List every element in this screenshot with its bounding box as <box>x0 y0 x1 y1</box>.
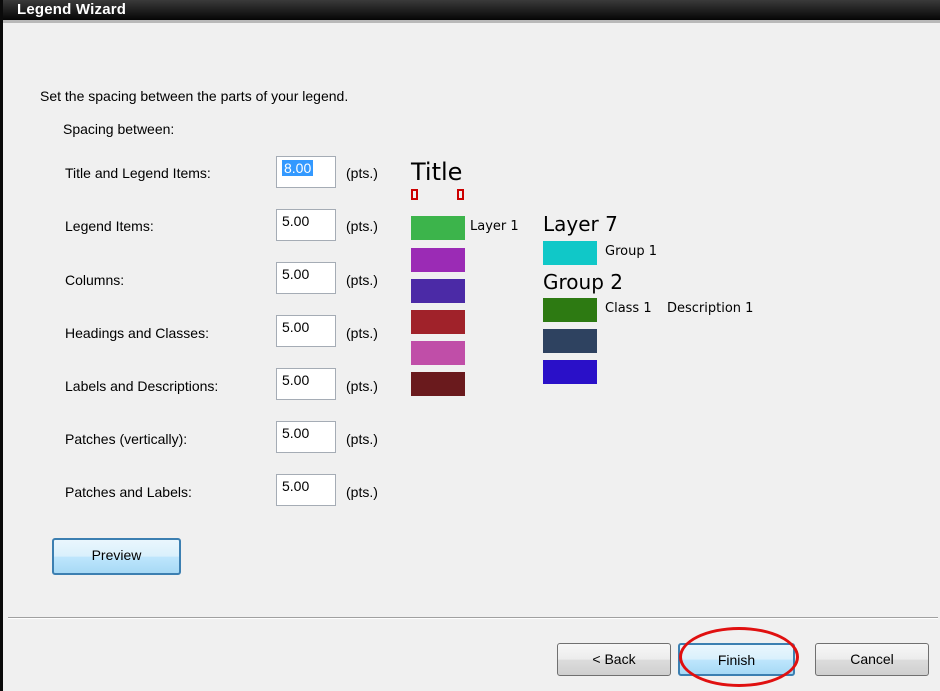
units-label: (pts.) <box>346 218 378 234</box>
units-label: (pts.) <box>346 325 378 341</box>
group2-label: Group 2 <box>543 270 623 294</box>
preview-title: Title <box>411 158 463 186</box>
group1-patch <box>543 241 597 265</box>
legend-patch <box>411 341 465 365</box>
units-label: (pts.) <box>346 431 378 447</box>
legend-patch <box>411 248 465 272</box>
legend-patch-class <box>543 360 597 384</box>
instructions-text: Set the spacing between the parts of you… <box>40 88 349 104</box>
placeholder-marker <box>411 189 418 200</box>
legend-items-label: Legend Items: <box>65 218 154 234</box>
labels-descriptions-label: Labels and Descriptions: <box>65 378 219 394</box>
patches-labels-label: Patches and Labels: <box>65 484 192 500</box>
labels-descriptions-input[interactable]: 5.00 <box>276 368 336 400</box>
cancel-button[interactable]: Cancel <box>815 643 929 676</box>
patches-labels-input[interactable]: 5.00 <box>276 474 336 506</box>
group1-label: Group 1 <box>605 244 657 259</box>
headings-classes-label: Headings and Classes: <box>65 325 209 341</box>
back-button[interactable]: < Back <box>557 643 671 676</box>
units-label: (pts.) <box>346 378 378 394</box>
title-legend-items-label: Title and Legend Items: <box>65 165 211 181</box>
highlight-circle <box>679 627 799 687</box>
legend-items-input[interactable]: 5.00 <box>276 209 336 241</box>
section-label: Spacing between: <box>63 121 175 137</box>
units-label: (pts.) <box>346 484 378 500</box>
legend-patch <box>411 372 465 396</box>
title-legend-items-input[interactable]: 8.00 <box>276 156 336 188</box>
legend-patch <box>411 279 465 303</box>
patches-vertically-label: Patches (vertically): <box>65 431 188 447</box>
preview-button[interactable]: Preview <box>52 538 181 575</box>
legend-patch <box>411 310 465 334</box>
title-legend-items-value: 8.00 <box>282 160 314 176</box>
headings-classes-input[interactable]: 5.00 <box>276 315 336 347</box>
separator <box>8 617 938 619</box>
window-title: Legend Wizard <box>17 1 127 18</box>
units-label: (pts.) <box>346 165 378 181</box>
legend-wizard-window: Legend Wizard Set the spacing between th… <box>0 0 940 691</box>
columns-input[interactable]: 5.00 <box>276 262 336 294</box>
legend-patch-class <box>543 298 597 322</box>
legend-patch <box>411 216 465 240</box>
layer7-label: Layer 7 <box>543 212 618 236</box>
layer1-label: Layer 1 <box>470 219 519 234</box>
description1-label: Description 1 <box>667 301 754 316</box>
placeholder-marker <box>457 189 464 200</box>
title-bar[interactable]: Legend Wizard <box>3 0 940 23</box>
legend-patch-class <box>543 329 597 353</box>
class1-label: Class 1 <box>605 301 652 316</box>
columns-label: Columns: <box>65 272 125 288</box>
units-label: (pts.) <box>346 272 378 288</box>
patches-vertically-input[interactable]: 5.00 <box>276 421 336 453</box>
